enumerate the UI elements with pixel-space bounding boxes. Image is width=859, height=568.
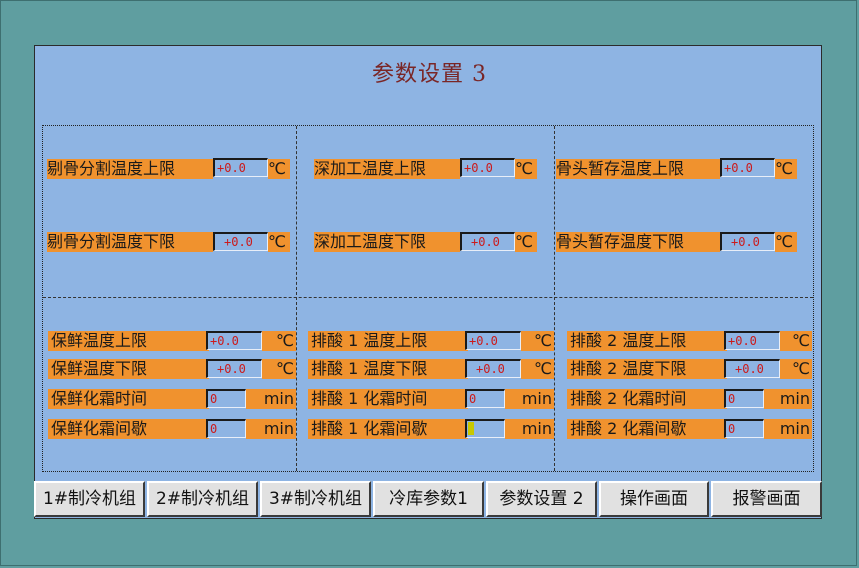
unit-label: ℃ xyxy=(521,359,554,379)
param-label: 保鲜温度上限 xyxy=(48,331,209,351)
unit-label: ℃ xyxy=(521,331,554,351)
param-input[interactable]: +0.0 xyxy=(720,158,775,177)
param-label: 骨头暂存温度上限 xyxy=(556,159,720,179)
param-input[interactable]: +0.0 xyxy=(724,359,780,378)
unit-label: ℃ xyxy=(262,359,296,379)
param-input[interactable]: +0.0 xyxy=(213,158,268,177)
text-cursor xyxy=(468,422,474,435)
param-label: 排酸 1 化霜间歇 xyxy=(308,419,468,439)
nav-button-unit-2[interactable]: 2#制冷机组 xyxy=(147,481,258,517)
column-divider xyxy=(296,126,297,471)
param-input[interactable]: +0.0 xyxy=(206,331,262,350)
param-input[interactable]: +0.0 xyxy=(465,359,521,378)
param-label: 排酸 2 化霜间歇 xyxy=(567,419,727,439)
param-input[interactable]: 0 xyxy=(206,419,246,438)
param-label: 排酸 1 温度上限 xyxy=(308,331,468,351)
nav-button-alarm[interactable]: 报警画面 xyxy=(711,481,822,517)
column-divider xyxy=(554,126,555,471)
unit-label: ℃ xyxy=(268,232,290,252)
param-input[interactable]: +0.0 xyxy=(460,158,515,177)
unit-label: ℃ xyxy=(515,232,537,252)
param-label: 排酸 2 温度下限 xyxy=(567,359,727,379)
unit-label: ℃ xyxy=(262,331,296,351)
unit-label: ℃ xyxy=(775,159,797,179)
param-input[interactable]: +0.0 xyxy=(724,331,780,350)
param-label: 保鲜化霜间歇 xyxy=(48,419,209,439)
param-input[interactable]: 0 xyxy=(724,419,764,438)
unit-label: min xyxy=(246,419,296,439)
unit-label: ℃ xyxy=(268,159,290,179)
param-label: 剔骨分割温度上限 xyxy=(47,159,213,179)
param-label: 排酸 1 化霜时间 xyxy=(308,389,468,409)
param-input[interactable]: +0.0 xyxy=(465,331,521,350)
param-input[interactable]: +0.0 xyxy=(213,232,268,251)
param-label: 保鲜化霜时间 xyxy=(48,389,209,409)
param-input[interactable]: +0.0 xyxy=(206,359,262,378)
page-title: 参数设置 3 xyxy=(372,62,487,87)
nav-button-unit-1[interactable]: 1#制冷机组 xyxy=(34,481,145,517)
unit-label: min xyxy=(505,419,554,439)
unit-label: ℃ xyxy=(515,159,537,179)
section-divider xyxy=(43,297,813,298)
param-label: 深加工温度下限 xyxy=(314,232,460,252)
nav-button-settings-2[interactable]: 参数设置 2 xyxy=(486,481,597,517)
param-input[interactable]: 0 xyxy=(724,389,764,408)
nav-button-operation[interactable]: 操作画面 xyxy=(599,481,709,517)
unit-label: ℃ xyxy=(780,331,812,351)
param-input[interactable]: +0.0 xyxy=(460,232,515,251)
param-input[interactable]: 0 xyxy=(206,389,246,408)
unit-label: min xyxy=(246,389,296,409)
param-label: 排酸 2 温度上限 xyxy=(567,331,727,351)
unit-label: ℃ xyxy=(775,232,797,252)
nav-button-cold-storage-params[interactable]: 冷库参数1 xyxy=(373,481,484,517)
param-input[interactable]: 0 xyxy=(465,389,505,408)
unit-label: min xyxy=(764,419,812,439)
param-label: 排酸 2 化霜时间 xyxy=(567,389,727,409)
param-label: 排酸 1 温度下限 xyxy=(308,359,468,379)
unit-label: min xyxy=(505,389,554,409)
param-label: 保鲜温度下限 xyxy=(48,359,209,379)
param-label: 剔骨分割温度下限 xyxy=(47,232,213,252)
unit-label: min xyxy=(764,389,812,409)
param-input[interactable] xyxy=(465,419,505,438)
unit-label: ℃ xyxy=(780,359,812,379)
param-input[interactable]: +0.0 xyxy=(720,232,775,251)
param-label: 骨头暂存温度下限 xyxy=(556,232,720,252)
nav-button-unit-3[interactable]: 3#制冷机组 xyxy=(260,481,371,517)
param-label: 深加工温度上限 xyxy=(314,159,460,179)
